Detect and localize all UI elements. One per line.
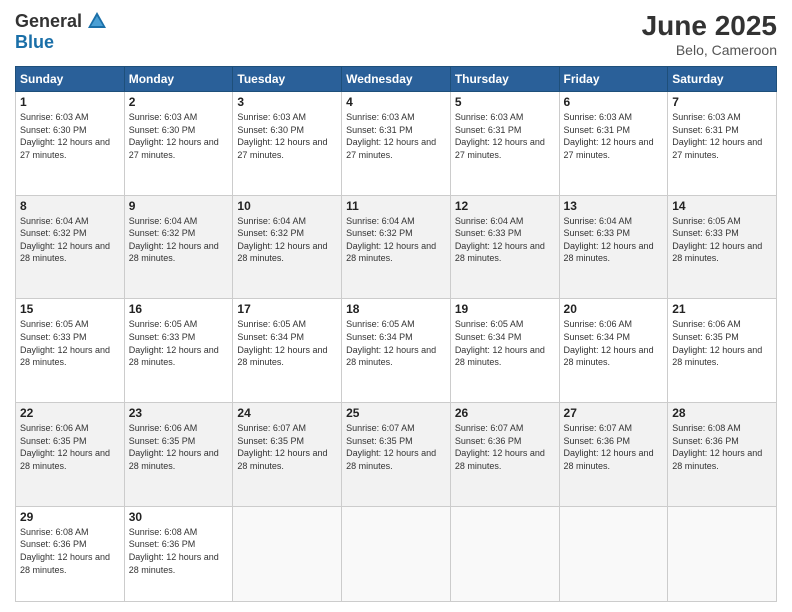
- calendar-cell: 28Sunrise: 6:08 AMSunset: 6:36 PMDayligh…: [668, 403, 777, 507]
- calendar-cell: 10Sunrise: 6:04 AMSunset: 6:32 PMDayligh…: [233, 195, 342, 299]
- calendar-cell: 17Sunrise: 6:05 AMSunset: 6:34 PMDayligh…: [233, 299, 342, 403]
- calendar-cell: 3Sunrise: 6:03 AMSunset: 6:30 PMDaylight…: [233, 92, 342, 196]
- calendar-cell: 23Sunrise: 6:06 AMSunset: 6:35 PMDayligh…: [124, 403, 233, 507]
- calendar-cell: 29Sunrise: 6:08 AMSunset: 6:36 PMDayligh…: [16, 506, 125, 601]
- logo-general-text: General: [15, 11, 82, 32]
- calendar-cell: 9Sunrise: 6:04 AMSunset: 6:32 PMDaylight…: [124, 195, 233, 299]
- location: Belo, Cameroon: [642, 42, 777, 58]
- calendar-cell: 20Sunrise: 6:06 AMSunset: 6:34 PMDayligh…: [559, 299, 668, 403]
- calendar-cell: 1Sunrise: 6:03 AMSunset: 6:30 PMDaylight…: [16, 92, 125, 196]
- calendar-cell: 12Sunrise: 6:04 AMSunset: 6:33 PMDayligh…: [450, 195, 559, 299]
- col-friday: Friday: [559, 67, 668, 92]
- calendar-cell: 19Sunrise: 6:05 AMSunset: 6:34 PMDayligh…: [450, 299, 559, 403]
- calendar-cell: 5Sunrise: 6:03 AMSunset: 6:31 PMDaylight…: [450, 92, 559, 196]
- col-monday: Monday: [124, 67, 233, 92]
- calendar-cell: 4Sunrise: 6:03 AMSunset: 6:31 PMDaylight…: [342, 92, 451, 196]
- calendar-cell: [668, 506, 777, 601]
- calendar-cell: 15Sunrise: 6:05 AMSunset: 6:33 PMDayligh…: [16, 299, 125, 403]
- page: General Blue June 2025 Belo, Cameroon Su…: [0, 0, 792, 612]
- calendar-cell: 26Sunrise: 6:07 AMSunset: 6:36 PMDayligh…: [450, 403, 559, 507]
- calendar-cell: [450, 506, 559, 601]
- calendar-cell: 24Sunrise: 6:07 AMSunset: 6:35 PMDayligh…: [233, 403, 342, 507]
- calendar-cell: 27Sunrise: 6:07 AMSunset: 6:36 PMDayligh…: [559, 403, 668, 507]
- calendar-table: Sunday Monday Tuesday Wednesday Thursday…: [15, 66, 777, 602]
- logo-icon: [86, 10, 108, 32]
- col-saturday: Saturday: [668, 67, 777, 92]
- calendar-cell: 21Sunrise: 6:06 AMSunset: 6:35 PMDayligh…: [668, 299, 777, 403]
- calendar-cell: 8Sunrise: 6:04 AMSunset: 6:32 PMDaylight…: [16, 195, 125, 299]
- calendar-cell: 6Sunrise: 6:03 AMSunset: 6:31 PMDaylight…: [559, 92, 668, 196]
- calendar-cell: 13Sunrise: 6:04 AMSunset: 6:33 PMDayligh…: [559, 195, 668, 299]
- calendar-cell: [559, 506, 668, 601]
- logo-blue-text: Blue: [15, 32, 54, 53]
- title-section: June 2025 Belo, Cameroon: [642, 10, 777, 58]
- calendar-cell: 22Sunrise: 6:06 AMSunset: 6:35 PMDayligh…: [16, 403, 125, 507]
- calendar-cell: [342, 506, 451, 601]
- calendar-cell: 14Sunrise: 6:05 AMSunset: 6:33 PMDayligh…: [668, 195, 777, 299]
- col-sunday: Sunday: [16, 67, 125, 92]
- col-thursday: Thursday: [450, 67, 559, 92]
- calendar-cell: 25Sunrise: 6:07 AMSunset: 6:35 PMDayligh…: [342, 403, 451, 507]
- calendar-cell: 18Sunrise: 6:05 AMSunset: 6:34 PMDayligh…: [342, 299, 451, 403]
- calendar-cell: 30Sunrise: 6:08 AMSunset: 6:36 PMDayligh…: [124, 506, 233, 601]
- calendar-header-row: Sunday Monday Tuesday Wednesday Thursday…: [16, 67, 777, 92]
- calendar-cell: 7Sunrise: 6:03 AMSunset: 6:31 PMDaylight…: [668, 92, 777, 196]
- calendar-cell: 11Sunrise: 6:04 AMSunset: 6:32 PMDayligh…: [342, 195, 451, 299]
- calendar-cell: 2Sunrise: 6:03 AMSunset: 6:30 PMDaylight…: [124, 92, 233, 196]
- calendar-cell: [233, 506, 342, 601]
- col-tuesday: Tuesday: [233, 67, 342, 92]
- col-wednesday: Wednesday: [342, 67, 451, 92]
- month-title: June 2025: [642, 10, 777, 42]
- header: General Blue June 2025 Belo, Cameroon: [15, 10, 777, 58]
- logo: General Blue: [15, 10, 108, 53]
- calendar-cell: 16Sunrise: 6:05 AMSunset: 6:33 PMDayligh…: [124, 299, 233, 403]
